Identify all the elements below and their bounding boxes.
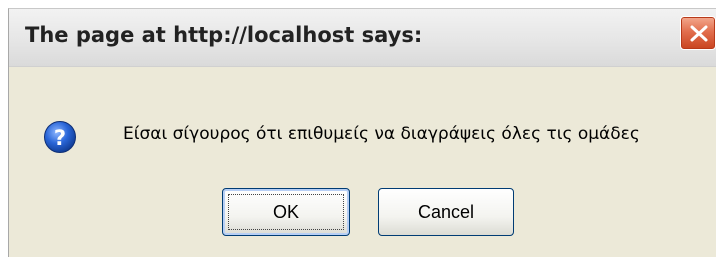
- dialog-titlebar[interactable]: The page at http://localhost says:: [9, 9, 716, 67]
- focus-ring: [228, 194, 344, 230]
- close-icon: [690, 25, 708, 42]
- question-icon: ?: [44, 121, 76, 153]
- ok-button[interactable]: OK: [222, 188, 350, 236]
- confirm-dialog: The page at http://localhost says: ? Είσ…: [8, 8, 716, 257]
- dialog-title: The page at http://localhost says:: [25, 23, 423, 47]
- close-button[interactable]: [680, 16, 716, 50]
- svg-text:?: ?: [54, 126, 66, 150]
- dialog-message: Είσαι σίγουρος ότι επιθυμείς να διαγράψε…: [123, 124, 640, 144]
- cancel-button[interactable]: Cancel: [378, 188, 514, 236]
- cancel-button-label: Cancel: [417, 201, 475, 222]
